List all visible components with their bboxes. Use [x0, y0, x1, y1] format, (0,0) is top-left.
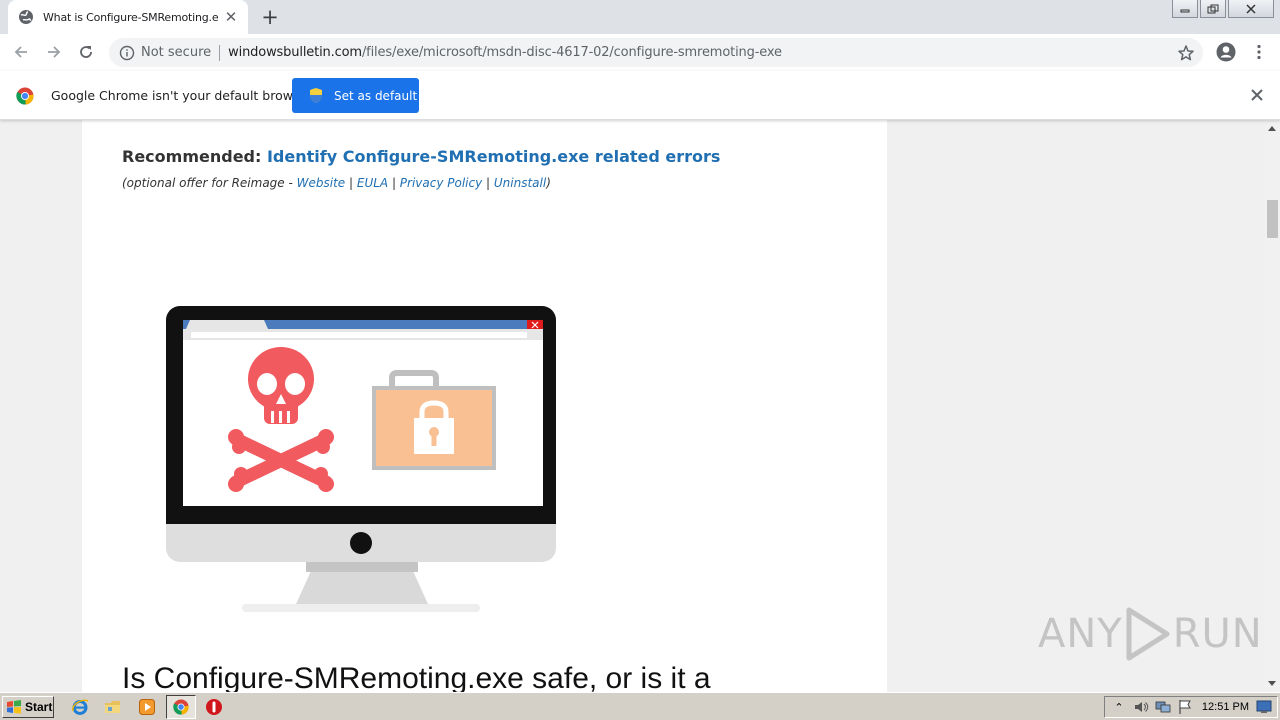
vertical-scrollbar[interactable]: [1265, 120, 1280, 692]
window-controls: [1170, 0, 1274, 18]
set-as-default-button[interactable]: Set as default: [292, 78, 419, 113]
windows-taskbar: Start ⌃ 12:51 PM: [0, 692, 1280, 720]
offer-link-eula[interactable]: EULA: [357, 176, 388, 190]
address-bar[interactable]: Not secure windowsbulletin.com/files/exe…: [109, 38, 1203, 67]
chrome-logo-icon: [16, 87, 34, 105]
offer-line: (optional offer for Reimage - Website | …: [122, 176, 551, 190]
recommended-line: Recommended: Identify Configure-SMRemoti…: [122, 147, 720, 166]
watermark-right-text: RUN: [1172, 611, 1263, 657]
menu-kebab-icon[interactable]: [1247, 40, 1271, 64]
start-label: Start: [25, 700, 53, 714]
media-player-icon[interactable]: [138, 698, 156, 716]
offer-link-website[interactable]: Website: [297, 176, 346, 190]
recommended-link[interactable]: Identify Configure-SMRemoting.exe relate…: [267, 147, 720, 166]
scroll-up-arrow-icon[interactable]: [1268, 126, 1276, 131]
offer-suffix: ): [546, 176, 551, 190]
watermark-left-text: ANY: [1038, 611, 1123, 657]
offer-link-uninstall[interactable]: Uninstall: [494, 176, 546, 190]
globe-icon: [19, 10, 33, 24]
windows-flag-icon: [7, 700, 21, 714]
offer-prefix: (optional offer for Reimage -: [122, 176, 297, 190]
tab-title: What is Configure-SMRemoting.exe?: [43, 10, 218, 24]
network-icon[interactable]: [1155, 699, 1171, 715]
minimize-icon[interactable]: [1172, 0, 1198, 18]
article-body: Recommended: Identify Configure-SMRemoti…: [82, 120, 887, 692]
malware-monitor-illustration: [166, 306, 556, 612]
window-close-icon[interactable]: [1228, 0, 1274, 18]
offer-link-privacy-policy[interactable]: Privacy Policy: [400, 176, 482, 190]
file-explorer-icon[interactable]: [104, 698, 122, 716]
browser-tab[interactable]: What is Configure-SMRemoting.exe? ✕: [8, 0, 248, 34]
scroll-down-arrow-icon[interactable]: [1268, 681, 1276, 686]
taskbar-clock[interactable]: 12:51 PM: [1202, 701, 1249, 713]
anyrun-watermark: ANY RUN: [1038, 606, 1263, 662]
play-logo-icon: [1126, 607, 1170, 661]
chrome-taskbar-icon: [173, 699, 189, 715]
omnibox-divider: [219, 44, 221, 61]
restore-icon[interactable]: [1200, 0, 1226, 18]
locked-folder-icon: [372, 370, 496, 470]
url-path: /files/exe/microsoft/msdn-disc-4617-02/c…: [361, 45, 782, 60]
set-as-default-label: Set as default: [334, 88, 418, 103]
scrollbar-thumb[interactable]: [1267, 200, 1278, 238]
security-label: Not secure: [141, 45, 212, 60]
action-center-flag-icon[interactable]: [1177, 699, 1193, 715]
tab-strip: What is Configure-SMRemoting.exe? ✕ +: [0, 0, 1280, 34]
info-icon[interactable]: [119, 45, 135, 61]
default-browser-infobar: Google Chrome isn't your default browser…: [0, 71, 1280, 120]
volume-icon[interactable]: [1133, 699, 1149, 715]
system-tray: ⌃ 12:51 PM: [1104, 696, 1278, 718]
url-text: windowsbulletin.com/files/exe/microsoft/…: [228, 45, 782, 60]
infobar-message: Google Chrome isn't your default browser: [51, 88, 313, 103]
forward-icon[interactable]: [42, 40, 66, 64]
uac-shield-icon: [310, 88, 322, 103]
profile-avatar-icon[interactable]: [1214, 40, 1238, 64]
back-icon[interactable]: [9, 40, 33, 64]
infobar-close-icon[interactable]: [1248, 86, 1266, 104]
show-desktop-icon[interactable]: [1256, 700, 1272, 714]
recommended-label: Recommended:: [122, 147, 262, 166]
stop-sign-icon[interactable]: [205, 698, 223, 716]
taskbar-chrome-button[interactable]: [166, 695, 196, 719]
internet-explorer-icon[interactable]: [71, 698, 89, 716]
tab-close-icon[interactable]: ✕: [222, 8, 240, 26]
browser-toolbar: Not secure windowsbulletin.com/files/exe…: [0, 34, 1280, 71]
offer-separator: |: [388, 176, 400, 190]
reload-icon[interactable]: [74, 40, 98, 64]
tray-expand-icon[interactable]: ⌃: [1111, 699, 1127, 715]
url-host: windowsbulletin.com: [228, 45, 362, 60]
start-button[interactable]: Start: [2, 696, 54, 718]
offer-separator: |: [345, 176, 357, 190]
offer-separator: |: [482, 176, 494, 190]
bookmark-star-icon[interactable]: [1177, 44, 1195, 62]
section-heading: Is Configure-SMRemoting.exe safe, or is …: [122, 662, 711, 692]
new-tab-icon[interactable]: +: [258, 5, 282, 29]
